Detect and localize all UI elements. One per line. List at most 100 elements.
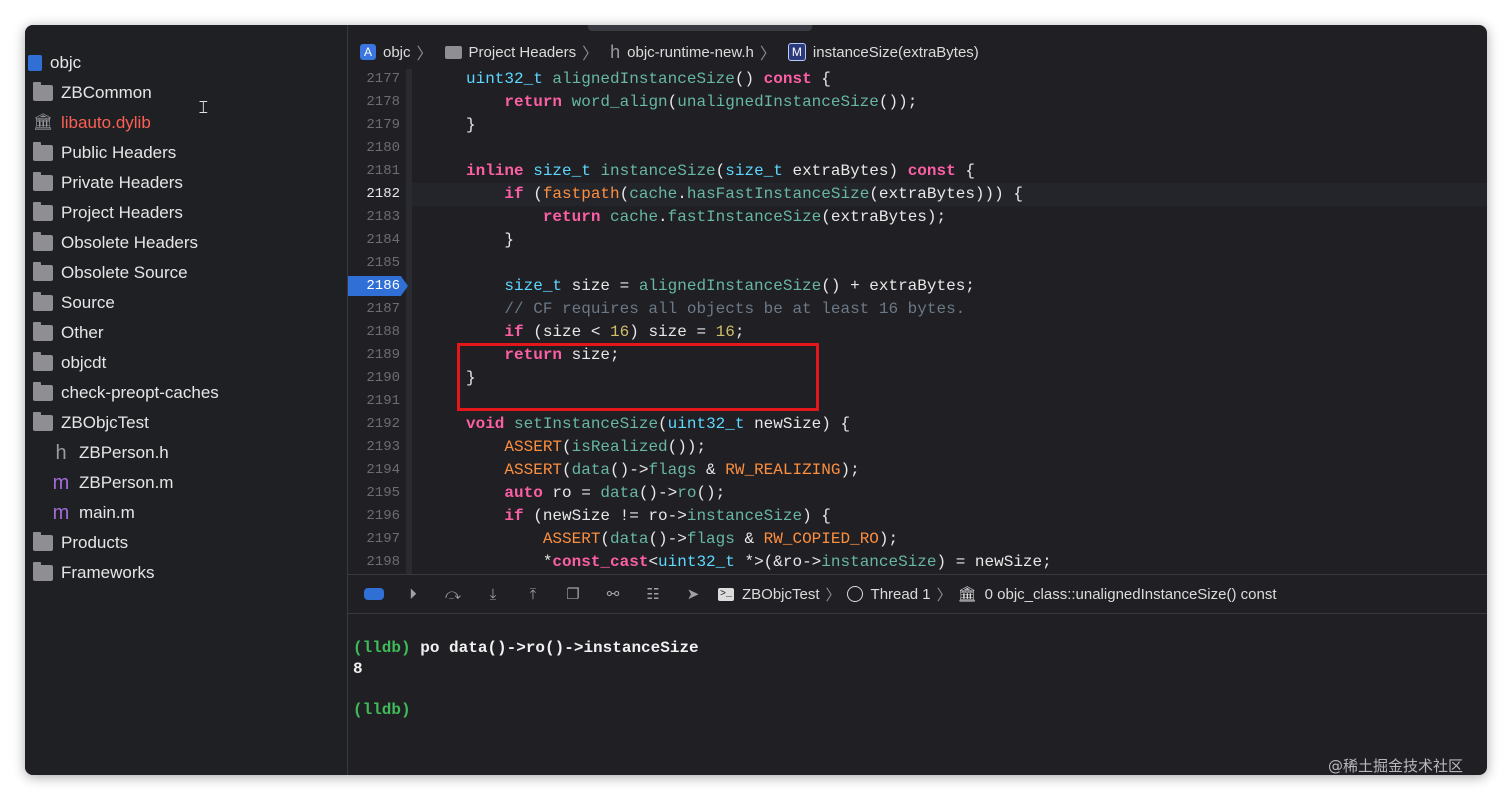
code-line: 2180 bbox=[348, 137, 1487, 160]
breadcrumb-project-label: objc bbox=[383, 43, 411, 61]
continue-button[interactable]: ⏵ bbox=[402, 586, 424, 603]
breadcrumb-method[interactable]: M instanceSize(extraBytes) bbox=[787, 43, 979, 61]
sidebar-item[interactable]: Frameworks bbox=[25, 558, 355, 588]
step-out-button[interactable]: ⤒ bbox=[522, 586, 544, 603]
line-number[interactable]: 2188 bbox=[348, 321, 400, 344]
code-text: *const_cast<uint32_t *>(&ro->instanceSiz… bbox=[466, 553, 1052, 571]
line-number[interactable]: 2183 bbox=[348, 206, 400, 229]
sidebar-item-label: ZBCommon bbox=[61, 83, 152, 102]
line-number[interactable]: 2193 bbox=[348, 436, 400, 459]
sidebar-item-label: objc bbox=[50, 53, 82, 72]
sidebar-item[interactable]: Private Headers bbox=[25, 168, 355, 198]
step-over-button[interactable]: ⤼ bbox=[442, 586, 464, 603]
code-text: } bbox=[466, 231, 515, 249]
code-line: 2186 size_t size = alignedInstanceSize()… bbox=[348, 275, 1487, 298]
folder-icon bbox=[33, 232, 53, 251]
debug-frame-label: 0 objc_class::unalignedInstanceSize() co… bbox=[984, 585, 1277, 603]
code-line: 2194 ASSERT(data()->flags & RW_REALIZING… bbox=[348, 459, 1487, 482]
debug-breadcrumb-thread[interactable]: Thread 1 〉 bbox=[846, 584, 952, 605]
code-line: 2195 auto ro = data()->ro(); bbox=[348, 482, 1487, 505]
line-number[interactable]: 2178 bbox=[348, 91, 400, 114]
line-number[interactable]: 2190 bbox=[348, 367, 400, 390]
line-number[interactable]: 2196 bbox=[348, 505, 400, 528]
source-editor[interactable]: 2176// Class's ivar size rounded up to a… bbox=[348, 69, 1487, 574]
sidebar-item[interactable]: Obsolete Source bbox=[25, 258, 355, 288]
line-number[interactable]: 2184 bbox=[348, 229, 400, 252]
view-hierarchy-button[interactable]: ❐ bbox=[562, 586, 584, 603]
line-number[interactable]: 2185 bbox=[348, 252, 400, 275]
simulate-location-button[interactable]: ➤ bbox=[682, 586, 704, 603]
sidebar-item[interactable]: ZBCommon bbox=[25, 78, 355, 108]
chevron-right-icon: 〉 bbox=[759, 46, 776, 63]
code-text: ASSERT(data()->flags & RW_REALIZING); bbox=[504, 461, 860, 479]
line-number[interactable]: 2182 bbox=[348, 183, 400, 206]
line-number[interactable]: 2198 bbox=[348, 551, 400, 574]
breadcrumb-file[interactable]: h objc-runtime-new.h 〉 bbox=[610, 40, 776, 64]
sidebar-item[interactable]: Obsolete Headers bbox=[25, 228, 355, 258]
breadcrumb-group[interactable]: Project Headers 〉 bbox=[444, 40, 598, 64]
sidebar-item-label: Public Headers bbox=[61, 143, 177, 162]
xcode-window: objc ZBCommon 🏛 libauto.dylib Public Headers… bbox=[25, 25, 1487, 775]
library-icon: 🏛 bbox=[957, 586, 977, 603]
sidebar-item-label: Products bbox=[61, 533, 129, 552]
code-line: 2179} bbox=[348, 114, 1487, 137]
line-number[interactable]: 2189 bbox=[348, 344, 400, 367]
sidebar-item[interactable]: objc bbox=[25, 48, 347, 78]
line-number[interactable]: 2180 bbox=[348, 137, 400, 160]
sidebar-item[interactable]: Public Headers bbox=[25, 138, 355, 168]
debug-breadcrumb-target[interactable]: >_ ZBObjcTest 〉 bbox=[718, 584, 841, 605]
folder-icon bbox=[33, 142, 53, 161]
step-into-button[interactable]: ⤓ bbox=[482, 586, 504, 603]
sidebar-item-label: objcdt bbox=[61, 353, 107, 372]
code-line: 2198 *const_cast<uint32_t *>(&ro->instan… bbox=[348, 551, 1487, 574]
sidebar-item[interactable]: Source bbox=[25, 288, 355, 318]
sidebar-item[interactable]: objcdt bbox=[25, 348, 355, 378]
lldb-prompt: (lldb) bbox=[353, 639, 411, 657]
code-line: 2192 void setInstanceSize(uint32_t newSiz… bbox=[348, 413, 1487, 436]
window-top-indicator bbox=[588, 25, 812, 31]
environment-overrides-button[interactable]: ☷ bbox=[642, 586, 664, 603]
sidebar-item[interactable]: Project Headers bbox=[25, 198, 355, 228]
breadcrumb-project[interactable]: A objc 〉 bbox=[360, 40, 433, 64]
sidebar-item[interactable]: Other bbox=[25, 318, 355, 348]
sidebar-item[interactable]: m main.m bbox=[25, 498, 373, 528]
code-text: uint32_t alignedInstanceSize() const { bbox=[466, 70, 831, 88]
code-text: inline size_t instanceSize(size_t extraB… bbox=[466, 162, 975, 180]
line-number[interactable]: 2181 bbox=[348, 160, 400, 183]
line-number[interactable]: 2195 bbox=[348, 482, 400, 505]
text-cursor-icon: 𝙸 bbox=[197, 97, 210, 117]
line-number[interactable]: 2197 bbox=[348, 528, 400, 551]
line-number[interactable]: 2177 bbox=[348, 69, 400, 91]
sidebar-item[interactable]: h ZBPerson.h bbox=[25, 438, 373, 468]
breadcrumb-method-label: instanceSize(extraBytes) bbox=[812, 43, 979, 61]
sidebar-item[interactable]: m ZBPerson.m bbox=[25, 468, 373, 498]
chevron-right-icon: 〉 bbox=[936, 586, 952, 604]
jump-bar: A objc 〉 Project Headers 〉 h objc-runtim… bbox=[348, 35, 1487, 69]
code-line: 2193 ASSERT(isRealized()); bbox=[348, 436, 1487, 459]
line-number[interactable]: 2191 bbox=[348, 390, 400, 413]
line-number[interactable]: 2187 bbox=[348, 298, 400, 321]
sidebar-item[interactable]: 🏛 libauto.dylib bbox=[25, 108, 355, 138]
sidebar-item[interactable]: ZBObjcTest bbox=[25, 408, 355, 438]
sidebar-item[interactable]: Products bbox=[25, 528, 355, 558]
lldb-console[interactable]: (lldb) po data()->ro()->instanceSize 8 (ll… bbox=[348, 613, 1487, 775]
folder-icon bbox=[33, 532, 53, 551]
folder-icon bbox=[33, 202, 53, 221]
sidebar-item-label: ZBObjcTest bbox=[61, 413, 149, 432]
breadcrumb-file-label: objc-runtime-new.h bbox=[627, 43, 754, 61]
code-line: 2181 inline size_t instanceSize(size_t ex… bbox=[348, 160, 1487, 183]
sidebar-item-label: check-preopt-caches bbox=[61, 383, 219, 402]
code-text: } bbox=[466, 116, 476, 134]
breakpoints-toggle-button[interactable] bbox=[364, 588, 384, 600]
chevron-right-icon: 〉 bbox=[416, 46, 433, 63]
memory-graph-button[interactable]: ⚯ bbox=[602, 586, 624, 603]
line-number[interactable]: 2192 bbox=[348, 413, 400, 436]
line-number[interactable]: 2186 bbox=[348, 275, 400, 298]
debug-breadcrumb-frame[interactable]: 🏛 0 objc_class::unalignedInstanceSize() … bbox=[957, 585, 1277, 604]
line-number[interactable]: 2179 bbox=[348, 114, 400, 137]
sidebar-item-label: Private Headers bbox=[61, 173, 183, 192]
debug-bar: ⏵ ⤼ ⤓ ⤒ ❐ ⚯ ☷ ➤ >_ ZBObjcTest 〉 Thread 1… bbox=[348, 574, 1487, 614]
sidebar-item[interactable]: check-preopt-caches bbox=[25, 378, 355, 408]
library-icon: 🏛 bbox=[33, 114, 54, 131]
line-number[interactable]: 2194 bbox=[348, 459, 400, 482]
